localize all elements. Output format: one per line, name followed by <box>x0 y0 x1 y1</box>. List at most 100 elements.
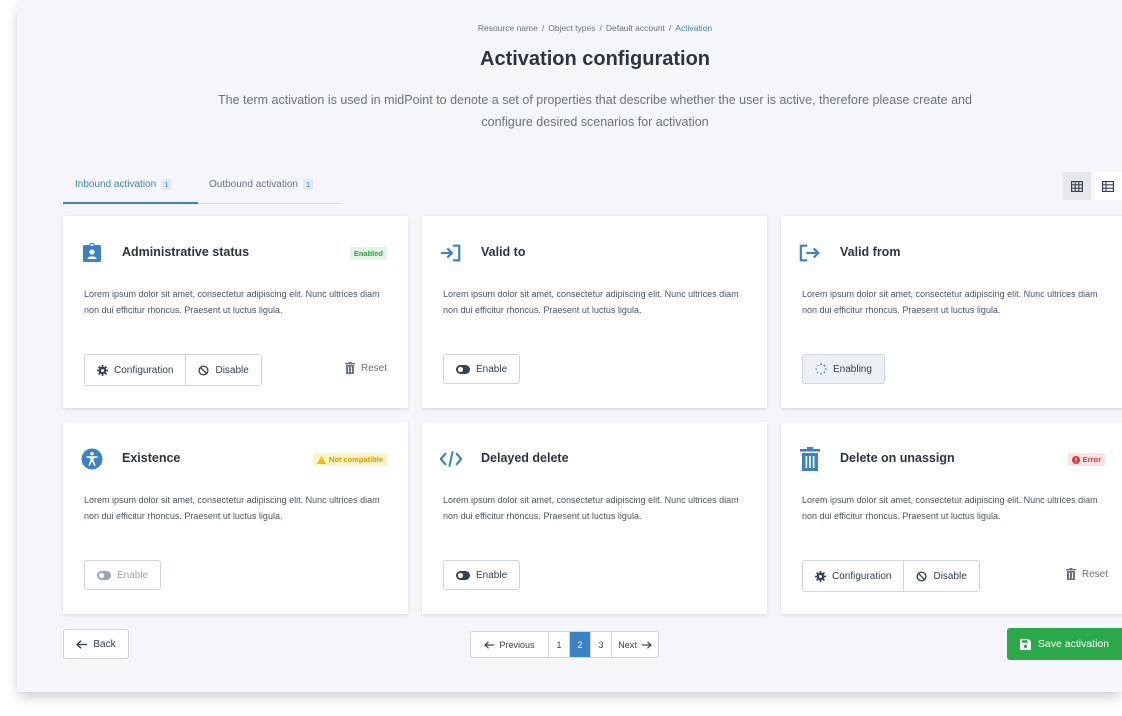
button-label: Reset <box>1081 568 1108 580</box>
enabling-button[interactable]: Enabling <box>802 354 885 384</box>
card-delayed-delete: Delayed delete Lorem ipsum dolor sit ame… <box>422 422 767 614</box>
button-label: Enable <box>117 569 149 581</box>
enable-button[interactable]: Enable <box>443 354 521 384</box>
toggle-icon <box>97 570 111 580</box>
card-title: Valid from <box>840 245 901 259</box>
next-page-button[interactable]: Next <box>611 632 658 657</box>
configuration-button[interactable]: Configuration <box>85 355 186 385</box>
page-title: Activation configuration <box>480 48 710 70</box>
toggle-icon <box>456 570 470 580</box>
button-label: Enable <box>476 363 508 375</box>
badge-label: Not compatible <box>328 455 383 464</box>
card-title: Delete on unassign <box>840 451 955 465</box>
disable-button[interactable]: Disable <box>903 561 979 591</box>
card-title: Valid to <box>481 245 526 259</box>
tab-count-badge: 1 <box>161 179 172 190</box>
save-icon <box>1019 638 1031 650</box>
card-existence: Existence Not compatible Lorem ipsum dol… <box>63 422 408 614</box>
arrow-left-icon <box>76 639 88 649</box>
code-icon <box>440 448 462 470</box>
breadcrumb-current: Activation <box>675 23 713 33</box>
arrow-left-icon <box>484 640 495 649</box>
breadcrumb-separator: / <box>668 23 672 33</box>
card-title: Administrative status <box>122 245 250 259</box>
page-description: The term activation is used in midPoint … <box>218 93 972 129</box>
breadcrumb-item[interactable]: Default account <box>606 23 665 33</box>
table-icon <box>1102 180 1114 192</box>
status-badge: Enabled <box>349 247 387 260</box>
ban-icon <box>198 364 210 376</box>
active-tab-indicator <box>63 202 198 204</box>
card-administrative-status: Administrative status Enabled Lorem ipsu… <box>63 216 408 408</box>
reset-button[interactable]: Reset <box>344 362 387 374</box>
trash-icon <box>344 362 355 374</box>
grid-view-button[interactable] <box>1063 172 1091 200</box>
tab-label: Inbound activation <box>75 179 157 190</box>
pagination: Previous 1 2 3 Next <box>470 631 659 658</box>
trash-icon <box>1065 568 1076 580</box>
accessibility-icon <box>81 448 103 470</box>
card-description: Lorem ipsum dolor sit amet, consectetur … <box>84 289 380 315</box>
tab-label: Outbound activation <box>209 179 298 190</box>
breadcrumb-item[interactable]: Resource name <box>478 23 538 33</box>
save-activation-button[interactable]: Save activation <box>1007 628 1122 660</box>
button-label: Next <box>618 639 637 650</box>
toggle-icon <box>456 364 470 374</box>
spinner-icon <box>815 363 827 375</box>
reset-button[interactable]: Reset <box>1065 568 1108 580</box>
back-button[interactable]: Back <box>63 629 129 659</box>
error-badge: Error <box>1067 453 1105 466</box>
breadcrumb-item[interactable]: Object types <box>548 23 595 33</box>
badge-label: Enabled <box>353 249 383 258</box>
button-label: Disable <box>215 364 249 376</box>
warning-badge: Not compatible <box>312 453 387 466</box>
enable-button[interactable]: Enable <box>84 560 162 590</box>
configuration-button[interactable]: Configuration <box>803 561 904 591</box>
disable-button[interactable]: Disable <box>185 355 261 385</box>
card-description: Lorem ipsum dolor sit amet, consectetur … <box>443 495 739 521</box>
breadcrumb: Resource name / Object types / Default accou… <box>17 23 1122 33</box>
tab-outbound-activation[interactable]: Outbound activation 1 <box>209 179 314 190</box>
app-window: Resource name / Object types / Default accou… <box>17 0 1122 692</box>
page-1-button[interactable]: 1 <box>548 632 569 657</box>
id-badge-icon <box>81 242 103 264</box>
sign-in-icon <box>440 242 462 264</box>
card-description: Lorem ipsum dolor sit amet, consectetur … <box>802 495 1098 521</box>
page-3-button[interactable]: 3 <box>590 632 611 657</box>
enable-button[interactable]: Enable <box>443 560 521 590</box>
gear-icon <box>97 364 108 376</box>
card-valid-to: Valid to Lorem ipsum dolor sit amet, con… <box>422 216 767 408</box>
card-actions: Configuration Disable <box>84 354 262 386</box>
badge-label: Error <box>1082 455 1101 464</box>
button-label: Reset <box>360 362 387 374</box>
button-label: Enabling <box>833 363 872 375</box>
view-toggle <box>1063 172 1122 200</box>
card-actions: Configuration Disable <box>802 560 980 592</box>
button-label: Disable <box>933 570 967 582</box>
sign-out-icon <box>799 242 821 264</box>
card-title: Delayed delete <box>481 451 569 465</box>
page-2-button[interactable]: 2 <box>569 632 590 657</box>
button-label: Enable <box>476 569 508 581</box>
previous-page-button[interactable]: Previous <box>471 632 548 657</box>
button-label: Previous <box>499 639 535 650</box>
ban-icon <box>916 570 928 582</box>
card-valid-from: Valid from Lorem ipsum dolor sit amet, c… <box>781 216 1122 408</box>
activation-tabs: Inbound activation 1 Outbound activation 1 <box>63 173 341 204</box>
card-title: Existence <box>122 451 181 465</box>
arrow-right-icon <box>641 640 652 649</box>
button-label: Configuration <box>114 364 174 376</box>
tab-count-badge: 1 <box>302 179 314 190</box>
button-label: Save activation <box>1037 638 1110 650</box>
card-delete-on-unassign: Delete on unassign Error Lorem ipsum dol… <box>781 422 1122 614</box>
trash-icon <box>799 447 821 471</box>
card-description: Lorem ipsum dolor sit amet, consectetur … <box>802 289 1098 315</box>
table-view-button[interactable] <box>1094 172 1122 200</box>
card-description: Lorem ipsum dolor sit amet, consectetur … <box>84 495 380 521</box>
warning-icon <box>316 455 326 464</box>
breadcrumb-separator: / <box>599 23 602 33</box>
tab-inbound-activation[interactable]: Inbound activation 1 <box>75 179 172 190</box>
gear-icon <box>815 570 826 582</box>
breadcrumb-separator: / <box>541 23 545 33</box>
grid-icon <box>1071 180 1083 192</box>
